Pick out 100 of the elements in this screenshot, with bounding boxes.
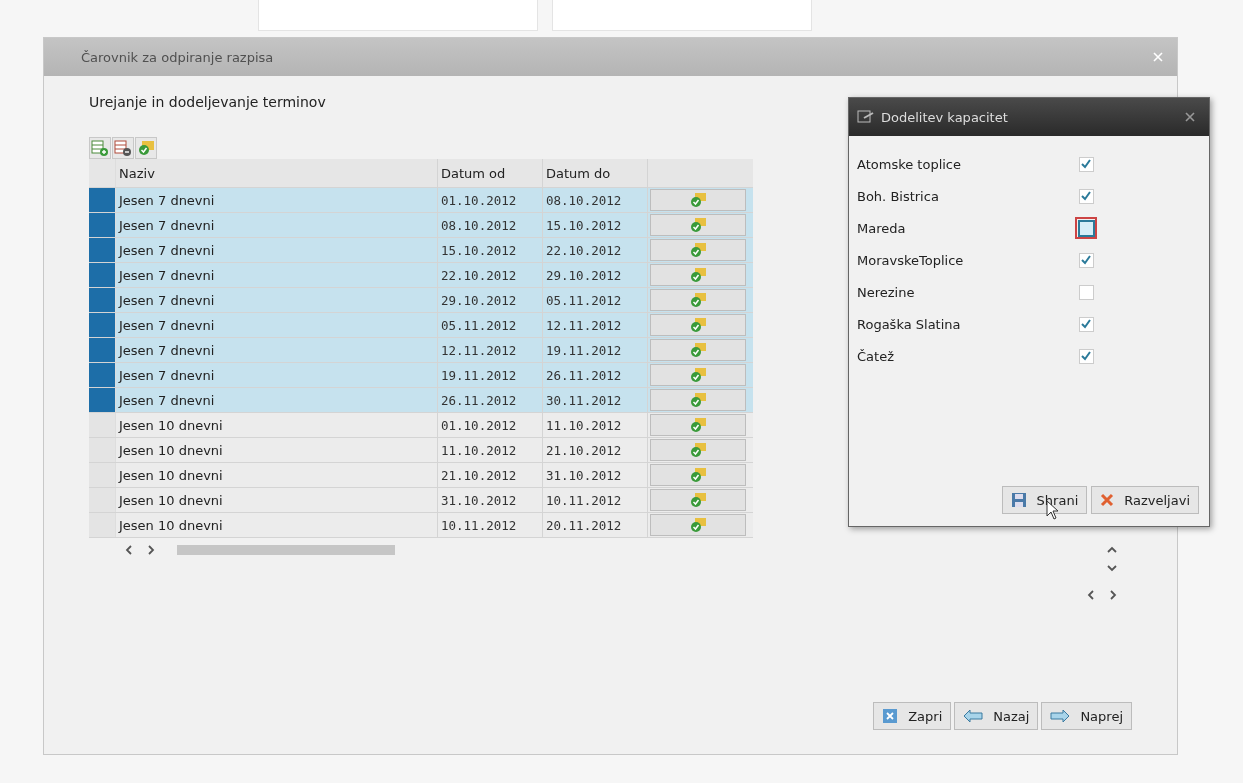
table-cell: 15.10.2012 (438, 238, 543, 262)
delete-row-icon (114, 139, 132, 157)
scroll-right-icon[interactable] (1109, 590, 1117, 600)
assign-icon (689, 317, 707, 333)
assign-icon (689, 492, 707, 508)
table-cell: 05.11.2012 (543, 288, 648, 312)
assign-icon (689, 192, 707, 208)
cross-icon (1100, 493, 1115, 507)
check-icon (1080, 190, 1092, 202)
assign-icon (689, 242, 707, 258)
dialog-icon (857, 110, 875, 124)
table-cell: Jesen 7 dnevni (116, 313, 438, 337)
scroll-left-icon[interactable] (125, 545, 133, 555)
row-selector[interactable] (89, 238, 116, 262)
assign-button[interactable] (650, 464, 746, 486)
arrow-left-icon (963, 709, 984, 723)
row-selector[interactable] (89, 363, 116, 387)
assign-button[interactable] (650, 514, 746, 536)
next-button[interactable]: Naprej (1041, 702, 1132, 730)
row-selector[interactable] (89, 338, 116, 362)
assign-icon (137, 139, 155, 157)
table-cell: Jesen 7 dnevni (116, 188, 438, 212)
assign-button[interactable] (650, 214, 746, 236)
assign-button[interactable] (650, 339, 746, 361)
checkbox-label: MoravskeToplice (857, 252, 965, 268)
assign-icon (689, 517, 707, 533)
back-button[interactable]: Nazaj (954, 702, 1039, 730)
scroll-left-icon[interactable] (1087, 590, 1095, 600)
checkbox-label: Rogaška Slatina (857, 316, 962, 332)
check-icon (1080, 318, 1092, 330)
table-cell: 10.11.2012 (543, 488, 648, 512)
table-cell: 26.11.2012 (438, 388, 543, 412)
checkbox-label: Nerezine (857, 284, 916, 300)
table-cell: 01.10.2012 (438, 413, 543, 437)
assign-button[interactable] (650, 314, 746, 336)
assign-button[interactable] (650, 239, 746, 261)
check-icon (1080, 158, 1092, 170)
dialog-title: Dodelitev kapacitet (881, 109, 1008, 125)
close-button[interactable]: Zapri (873, 702, 952, 730)
table-cell: 01.10.2012 (438, 188, 543, 212)
assign-button[interactable] (650, 389, 746, 411)
table-cell: 21.10.2012 (438, 463, 543, 487)
scroll-right-icon[interactable] (147, 545, 155, 555)
assign-icon (689, 467, 707, 483)
table-cell: Jesen 10 dnevni (116, 488, 438, 512)
assign-icon (689, 417, 707, 433)
row-selector[interactable] (89, 313, 116, 337)
assign-button[interactable] (650, 439, 746, 461)
row-selector[interactable] (89, 388, 116, 412)
save-button[interactable]: Shrani (1001, 486, 1088, 514)
assign-icon (689, 217, 707, 233)
checkbox-label: Mareda (857, 220, 907, 236)
assign-icon (689, 267, 707, 283)
table-cell: 11.10.2012 (438, 438, 543, 462)
assign-button[interactable] (650, 264, 746, 286)
table-cell: 12.11.2012 (438, 338, 543, 362)
row-selector[interactable] (89, 263, 116, 287)
table-cell: 22.10.2012 (438, 263, 543, 287)
table-cell: 08.10.2012 (543, 188, 648, 212)
close-icon[interactable] (1185, 112, 1195, 122)
row-selector[interactable] (89, 288, 116, 312)
scrollbar-thumb[interactable] (177, 545, 395, 555)
assign-button[interactable] (650, 489, 746, 511)
checkbox[interactable] (1075, 217, 1097, 239)
table-cell: Jesen 7 dnevni (116, 213, 438, 237)
window-title: Čarovnik za odpiranje razpisa (81, 49, 275, 65)
assign-icon (689, 367, 707, 383)
row-selector[interactable] (89, 188, 116, 212)
column-header[interactable]: Datum od (438, 159, 543, 187)
assign-icon (689, 292, 707, 308)
check-icon (1080, 254, 1092, 266)
table-cell: Jesen 7 dnevni (116, 338, 438, 362)
table-cell: Jesen 10 dnevni (116, 463, 438, 487)
assign-button[interactable] (650, 414, 746, 436)
assign-button[interactable] (650, 289, 746, 311)
table-cell: 15.10.2012 (543, 213, 648, 237)
undo-button[interactable]: Razveljavi (1091, 486, 1199, 514)
table-cell: 31.10.2012 (543, 463, 648, 487)
checkbox-label: Čatež (857, 348, 895, 364)
row-selector[interactable] (89, 213, 116, 237)
scroll-up-icon[interactable] (1107, 546, 1117, 554)
add-row-button[interactable] (89, 137, 111, 159)
table-cell: 26.11.2012 (543, 363, 648, 387)
assign-button[interactable] (650, 189, 746, 211)
table-cell: 05.11.2012 (438, 313, 543, 337)
add-row-icon (91, 139, 109, 157)
table-cell: 21.10.2012 (543, 438, 648, 462)
table-cell: Jesen 7 dnevni (116, 238, 438, 262)
scroll-down-icon[interactable] (1107, 564, 1117, 572)
table-cell: 10.11.2012 (438, 513, 543, 537)
assign-button[interactable] (650, 364, 746, 386)
table-cell: Jesen 10 dnevni (116, 438, 438, 462)
table-cell: 20.11.2012 (543, 513, 648, 537)
table-cell: 19.11.2012 (543, 338, 648, 362)
table-cell: 08.10.2012 (438, 213, 543, 237)
table-cell: 31.10.2012 (438, 488, 543, 512)
column-header[interactable]: Datum do (543, 159, 648, 187)
delete-row-button[interactable] (112, 137, 134, 159)
assign-icon (689, 392, 707, 408)
column-header[interactable]: Naziv (116, 159, 438, 187)
